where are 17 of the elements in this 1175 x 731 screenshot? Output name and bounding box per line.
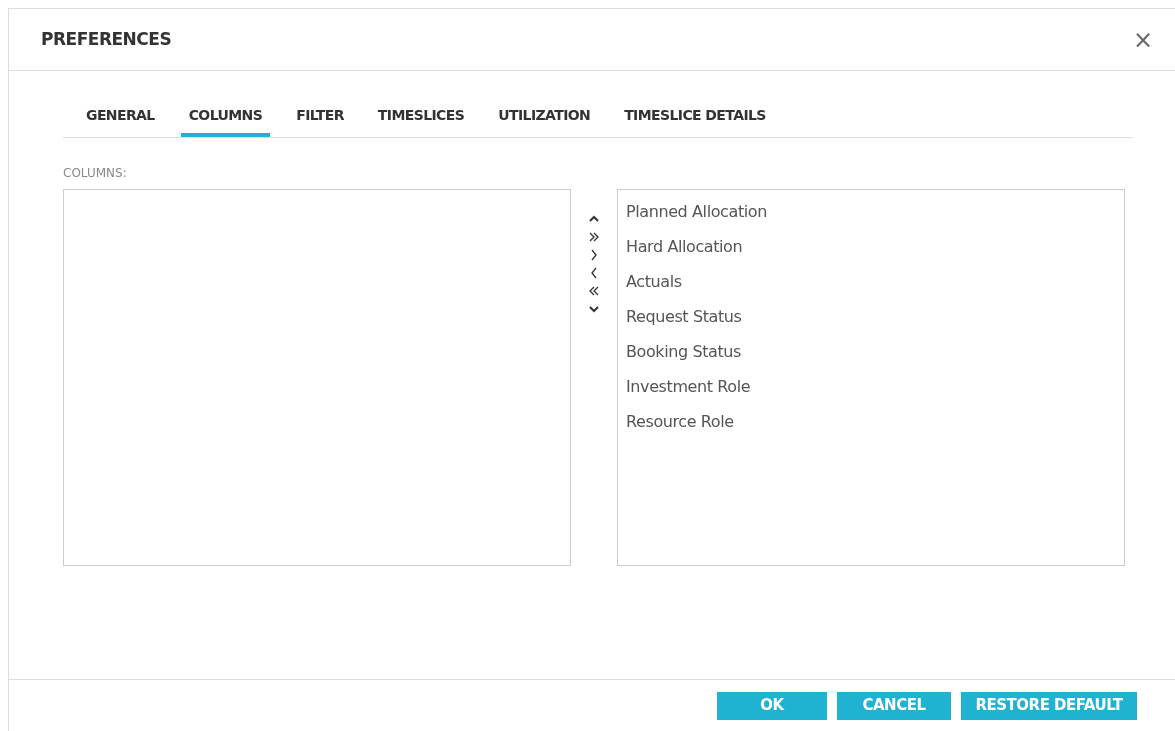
- column-item[interactable]: Investment Role: [626, 369, 1116, 404]
- column-item[interactable]: Actuals: [626, 264, 1116, 299]
- tab[interactable]: FILTER: [288, 97, 352, 137]
- column-item[interactable]: Planned Allocation: [626, 194, 1116, 229]
- tab[interactable]: COLUMNS: [180, 97, 271, 137]
- selected-columns-list[interactable]: Planned Allocation Hard Allocation Actuals Request Status Booking Status Investment Role Resource Role: [617, 189, 1125, 566]
- tab[interactable]: TIMESLICE DETAILS: [616, 97, 774, 137]
- tab[interactable]: GENERAL: [78, 97, 163, 137]
- close-button[interactable]: ×: [1128, 27, 1157, 52]
- column-item[interactable]: Resource Role: [626, 404, 1116, 439]
- columns-label: COLUMNS:: [63, 165, 128, 182]
- column-item[interactable]: Hard Allocation: [626, 229, 1116, 264]
- column-item[interactable]: Request Status: [626, 299, 1116, 334]
- tab[interactable]: TIMESLICES: [369, 97, 473, 137]
- dialog-title: PREFERENCES: [41, 27, 172, 51]
- column-item[interactable]: Booking Status: [626, 334, 1116, 369]
- tab[interactable]: UTILIZATION: [490, 97, 599, 137]
